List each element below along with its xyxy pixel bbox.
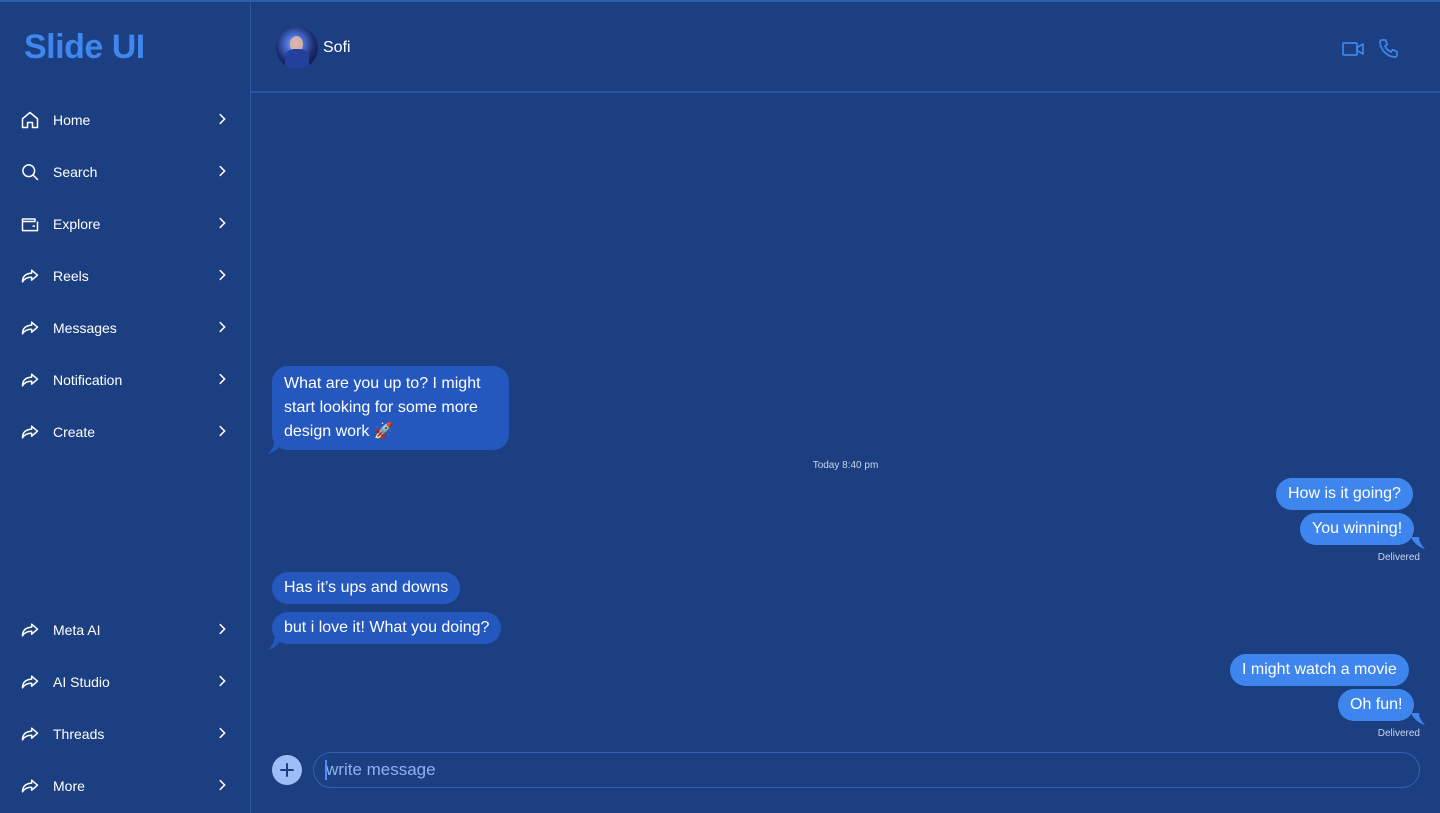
message-bubble-incoming[interactable]: but i love it! What you doing? <box>272 612 502 644</box>
plus-icon <box>280 763 294 777</box>
chevron-right-icon <box>219 425 226 437</box>
message-bubble-incoming[interactable]: What are you up to? I might start lookin… <box>272 366 509 450</box>
share-arrow-icon <box>21 623 39 637</box>
contact-avatar[interactable] <box>276 27 318 69</box>
sidebar-item-meta-ai[interactable]: Meta AI <box>0 610 250 650</box>
sidebar: Slide UI Home Search Explore Reels Messa… <box>0 2 251 813</box>
phone-icon[interactable] <box>1377 37 1401 61</box>
sidebar-item-label: Messages <box>53 320 117 336</box>
sidebar-item-label: Explore <box>53 216 101 232</box>
chevron-right-icon <box>219 217 226 229</box>
share-arrow-icon <box>21 425 39 439</box>
sidebar-item-threads[interactable]: Threads <box>0 714 250 754</box>
message-bubble-outgoing[interactable]: How is it going? <box>1276 478 1413 510</box>
sidebar-item-label: Notification <box>53 372 123 388</box>
home-icon <box>21 111 39 129</box>
chevron-right-icon <box>219 373 226 385</box>
chevron-right-icon <box>219 321 226 333</box>
sidebar-item-create[interactable]: Create <box>0 412 250 452</box>
bubble-tail <box>1411 537 1425 549</box>
chevron-right-icon <box>219 623 226 635</box>
sidebar-item-label: Threads <box>53 726 105 742</box>
message-timestamp: Today 8:40 pm <box>812 460 879 471</box>
share-arrow-icon <box>21 727 39 741</box>
sidebar-item-label: Home <box>53 112 91 128</box>
sidebar-item-label: Reels <box>53 268 89 284</box>
bubble-tail <box>268 638 282 650</box>
delivery-status: Delivered <box>1377 552 1420 563</box>
bubble-tail <box>1411 713 1425 725</box>
chevron-right-icon <box>219 779 226 791</box>
chevron-right-icon <box>219 113 226 125</box>
sidebar-item-label: Create <box>53 424 96 440</box>
sidebar-item-reels[interactable]: Reels <box>0 256 250 296</box>
search-icon <box>22 164 39 181</box>
chevron-right-icon <box>219 165 226 177</box>
app-logo: Slide UI <box>24 28 145 66</box>
sidebar-item-label: More <box>53 778 85 794</box>
share-arrow-icon <box>21 321 39 335</box>
chat-panel: Sofi What are you up to? I might start l… <box>251 2 1440 813</box>
message-bubble-outgoing[interactable]: You winning! <box>1300 513 1415 545</box>
share-arrow-icon <box>21 779 39 793</box>
message-bubble-outgoing[interactable]: Oh fun! <box>1338 689 1415 721</box>
bubble-tail <box>268 442 282 454</box>
sidebar-item-label: AI Studio <box>53 674 110 690</box>
add-attachment-button[interactable] <box>272 755 302 785</box>
sidebar-item-more[interactable]: More <box>0 766 250 806</box>
sidebar-item-notification[interactable]: Notification <box>0 360 250 400</box>
sidebar-item-explore[interactable]: Explore <box>0 204 250 244</box>
sidebar-item-label: Meta AI <box>53 622 101 638</box>
chat-header: Sofi <box>251 2 1440 93</box>
chevron-right-icon <box>219 269 226 281</box>
contact-name[interactable]: Sofi <box>323 39 351 57</box>
sidebar-item-home[interactable]: Home <box>0 100 250 140</box>
message-bubble-outgoing[interactable]: I might watch a movie <box>1230 654 1409 686</box>
delivery-status: Delivered <box>1377 728 1420 739</box>
sidebar-item-messages[interactable]: Messages <box>0 308 250 348</box>
text-caret <box>325 760 327 780</box>
sidebar-item-label: Search <box>53 164 98 180</box>
share-arrow-icon <box>21 373 39 387</box>
app-window: Slide UI Home Search Explore Reels Messa… <box>0 0 1440 813</box>
share-arrow-icon <box>21 269 39 283</box>
message-bubble-incoming[interactable]: Has it’s ups and downs <box>272 572 461 604</box>
chevron-right-icon <box>219 675 226 687</box>
message-input[interactable] <box>313 752 1420 788</box>
video-camera-icon[interactable] <box>1341 37 1365 61</box>
sidebar-item-search[interactable]: Search <box>0 152 250 192</box>
sidebar-item-ai-studio[interactable]: AI Studio <box>0 662 250 702</box>
wallet-icon <box>21 218 39 232</box>
share-arrow-icon <box>21 675 39 689</box>
chevron-right-icon <box>219 727 226 739</box>
